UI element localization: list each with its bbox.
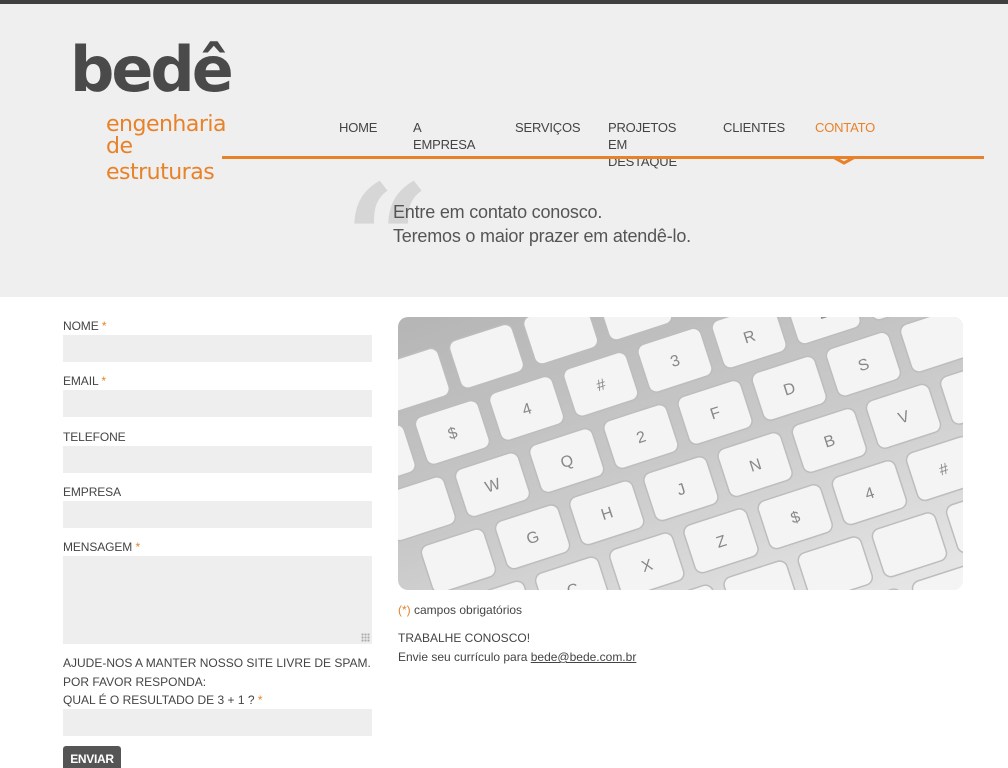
keyboard-key: [420, 528, 497, 590]
keyboard-key: [945, 488, 963, 554]
nav-underline: [222, 156, 984, 159]
keyboard-key: [398, 347, 451, 413]
keyboard-key: [522, 317, 599, 365]
message-textarea[interactable]: [63, 556, 372, 644]
logo-tagline-line2: de estruturas: [106, 134, 215, 185]
required-fields-note: (*) campos obrigatórios: [398, 603, 522, 617]
spam-notice-line1: AJUDE-NOS A MANTER NOSSO SITE LIVRE DE S…: [63, 656, 371, 670]
nav-item-projetos-em-destaque[interactable]: PROJETOS EM DESTAQUE: [608, 119, 677, 170]
nav-item-contato[interactable]: CONTATO: [815, 119, 875, 136]
company-field[interactable]: [63, 501, 372, 528]
work-with-us-text: Envie seu currículo para bede@bede.com.b…: [398, 650, 636, 664]
name-label: NOME *: [63, 319, 107, 333]
message-label: MENSAGEM *: [63, 540, 140, 554]
email-label: EMAIL *: [63, 374, 106, 388]
phone-field[interactable]: [63, 446, 372, 473]
nav-item-a-empresa[interactable]: A EMPRESA: [413, 119, 475, 153]
resize-handle-icon[interactable]: [361, 633, 370, 642]
keyboard-key: [398, 476, 457, 542]
keyboard-key: [797, 536, 874, 590]
work-with-us-text-prefix: Envie seu currículo para: [398, 650, 531, 664]
keyboard-photo: $4#3REWQ2FDSGHJNBVCXZ$4#: [398, 317, 963, 590]
nav-item-projetos-line1: PROJETOS EM: [608, 120, 677, 152]
email-label-text: EMAIL: [63, 374, 99, 388]
email-link[interactable]: bede@bede.com.br: [531, 650, 637, 664]
name-label-text: NOME: [63, 319, 99, 333]
required-asterisk: *: [101, 319, 107, 333]
logo-wordmark: bedê: [70, 33, 234, 106]
required-asterisk: *: [101, 374, 106, 388]
quote-line-1: Entre em contato conosco.: [393, 202, 603, 222]
spam-notice-line2: POR FAVOR RESPONDA:: [63, 675, 207, 689]
nav-item-home[interactable]: HOME: [339, 119, 377, 136]
name-field[interactable]: [63, 335, 372, 362]
captcha-question: QUAL É O RESULTADO DE 3 + 1 ? *: [63, 693, 263, 707]
work-with-us-title: TRABALHE CONOSCO!: [398, 631, 531, 645]
active-nav-pointer-icon: [822, 150, 866, 165]
keyboard-key: [899, 317, 963, 373]
nav-item-clientes[interactable]: CLIENTES: [723, 119, 785, 136]
captcha-answer-field[interactable]: [63, 709, 372, 736]
email-field[interactable]: [63, 390, 372, 417]
company-label: EMPRESA: [63, 485, 121, 499]
phone-label: TELEFONE: [63, 430, 126, 444]
quote-line-2: Teremos o maior prazer em atendê-lo.: [393, 226, 691, 246]
required-asterisk: *: [257, 693, 263, 707]
keyboard-illustration: $4#3REWQ2FDSGHJNBVCXZ$4#: [398, 317, 963, 590]
req-note-text: campos obrigatórios: [410, 603, 523, 617]
keyboard-key: [398, 423, 416, 490]
keyboard-key: [905, 435, 963, 502]
required-asterisk: *: [135, 540, 141, 554]
company-logo[interactable]: bedê engenharia de estruturas: [70, 30, 234, 185]
keyboard-key: [448, 323, 525, 389]
keyboard-key: [939, 359, 963, 425]
keyboard-key: [871, 512, 948, 578]
submit-button[interactable]: ENVIAR: [63, 746, 121, 768]
message-label-text: MENSAGEM: [63, 540, 133, 554]
captcha-question-text: QUAL É O RESULTADO DE 3 + 1 ?: [63, 693, 255, 707]
nav-item-servicos[interactable]: SERVIÇOS: [515, 119, 581, 136]
